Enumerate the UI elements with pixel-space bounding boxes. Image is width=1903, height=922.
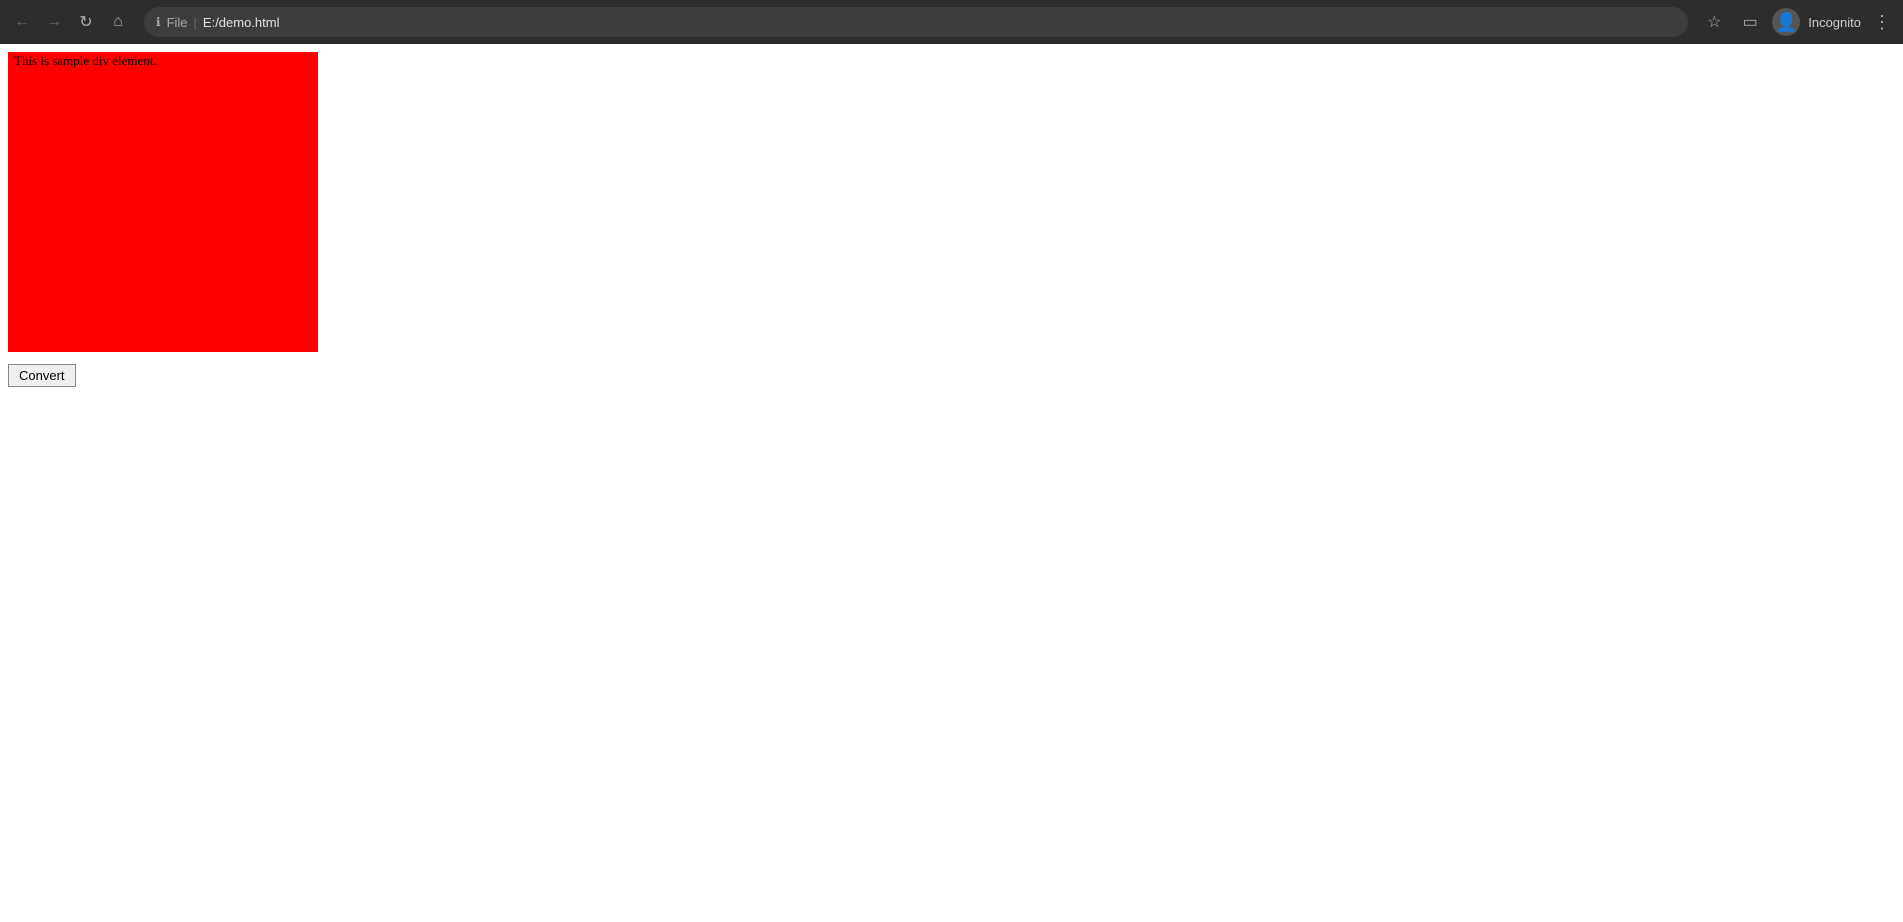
split-screen-icon: ▭ — [1743, 12, 1758, 32]
info-icon: ℹ — [156, 15, 161, 29]
address-bar[interactable]: ℹ File | E:/demo.html — [144, 7, 1688, 37]
split-screen-button[interactable]: ▭ — [1736, 8, 1764, 36]
reload-button[interactable]: ↻ — [72, 8, 100, 36]
menu-button[interactable]: ⋮ — [1869, 8, 1895, 37]
nav-buttons: ← → ↻ ⌂ — [8, 8, 132, 36]
home-button[interactable]: ⌂ — [104, 8, 132, 36]
separator: | — [194, 15, 197, 30]
back-button[interactable]: ← — [8, 8, 36, 36]
div-text: This is sample div element. — [8, 49, 163, 72]
file-label: File — [167, 15, 188, 30]
convert-button[interactable]: Convert — [8, 364, 76, 387]
url-text: E:/demo.html — [203, 15, 280, 30]
incognito-label: Incognito — [1808, 15, 1861, 30]
bookmark-button[interactable]: ☆ — [1700, 8, 1728, 36]
profile-icon: 👤 — [1775, 12, 1797, 33]
reload-icon: ↻ — [79, 12, 92, 32]
right-controls: ☆ ▭ 👤 Incognito ⋮ — [1700, 8, 1895, 37]
browser-chrome: ← → ↻ ⌂ ℹ File | E:/demo.html ☆ ▭ 👤 Inco… — [0, 0, 1903, 44]
forward-icon: → — [46, 13, 62, 31]
bookmark-icon: ☆ — [1707, 12, 1721, 32]
back-icon: ← — [14, 13, 30, 31]
forward-button[interactable]: → — [40, 8, 68, 36]
home-icon: ⌂ — [113, 13, 123, 31]
page-content: This is sample div element. Convert — [0, 44, 1903, 922]
sample-div: This is sample div element. — [8, 52, 318, 352]
profile-button[interactable]: 👤 — [1772, 8, 1800, 36]
